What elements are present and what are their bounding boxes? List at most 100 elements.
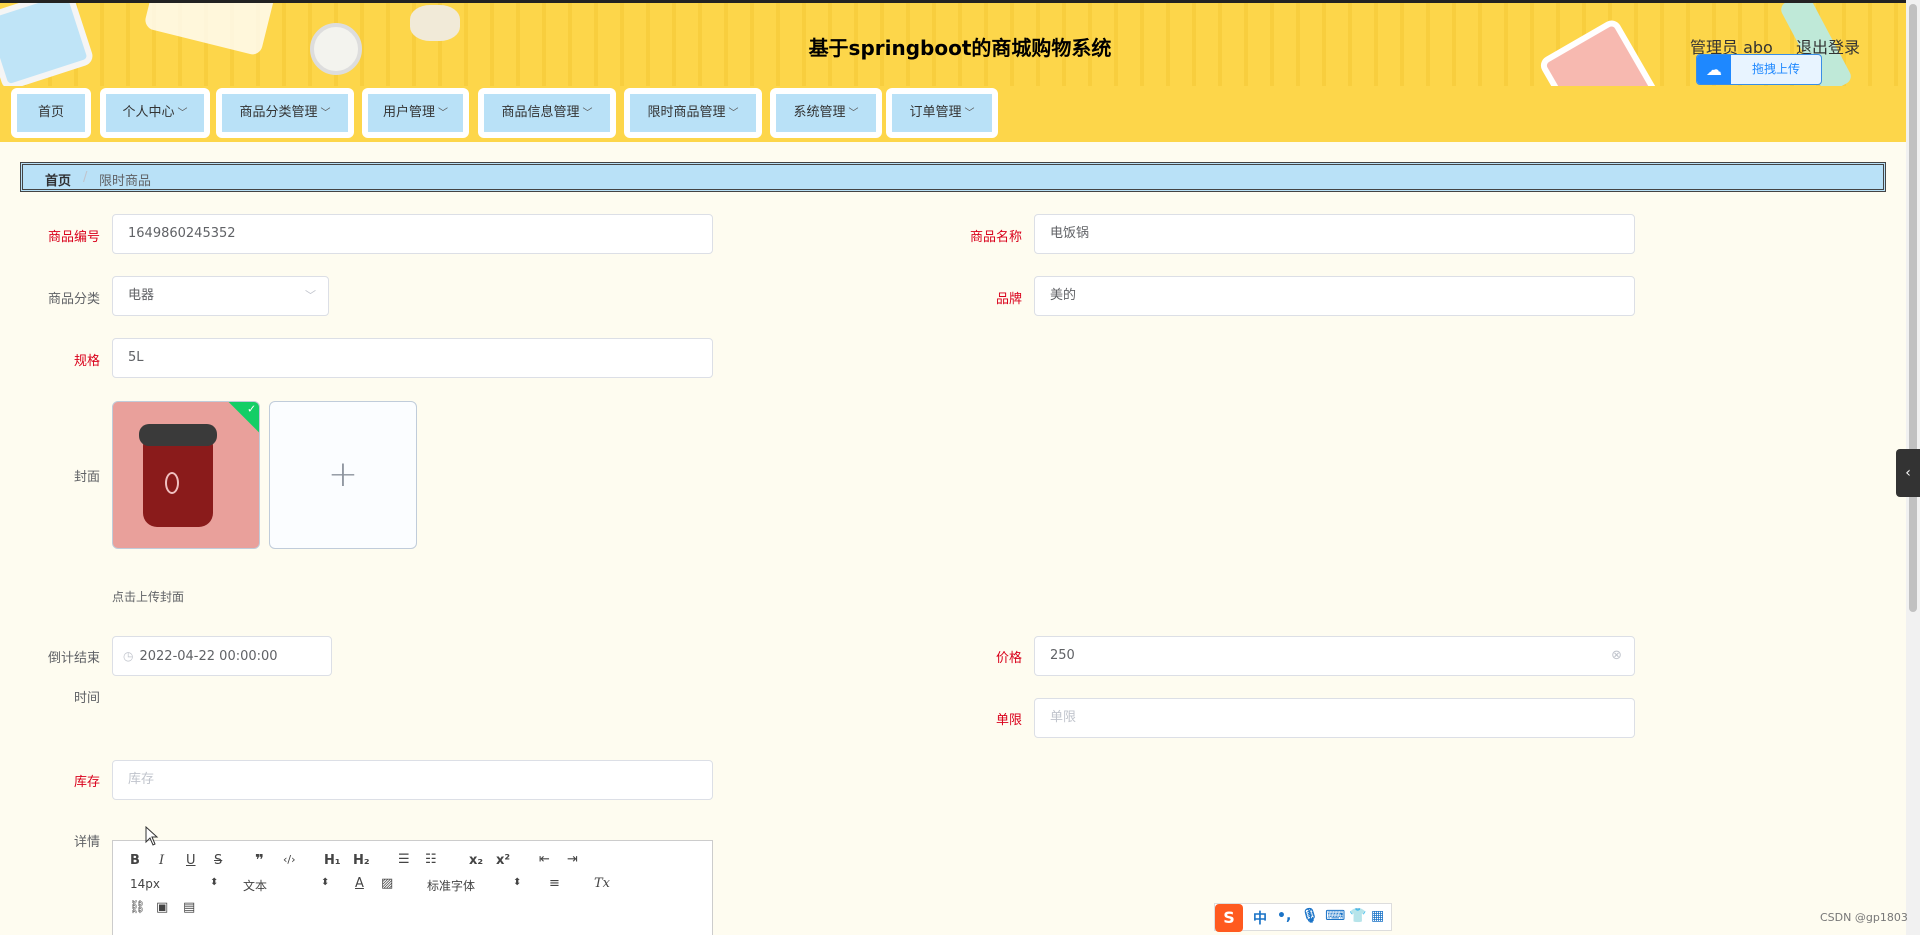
limit-placeholder: 单限 <box>1050 710 1077 725</box>
clear-format-button[interactable]: Tx <box>594 876 610 891</box>
limit-field[interactable]: 单限 <box>1034 698 1635 738</box>
h1-button[interactable]: H₁ <box>324 853 341 868</box>
underline-button[interactable]: U <box>186 853 196 868</box>
top-nav: 首页 个人中心 ﹀ 商品分类管理 ﹀ 用户管理 ﹀ 商品信息管理 ﹀ 限时商品管理 ﹀ 系… <box>0 86 1906 142</box>
font-size-value: 14px <box>130 877 160 891</box>
nav-system-mgmt[interactable]: 系统管理 ﹀ <box>770 88 882 138</box>
upload-success-badge: ✓ <box>227 402 259 434</box>
nav-label: 首页 <box>37 105 64 120</box>
ordered-list-icon[interactable]: ☰ <box>398 852 410 867</box>
keyboard-icon[interactable]: ⌨ <box>1325 908 1345 924</box>
brand-value: 美的 <box>1050 288 1077 303</box>
nav-home[interactable]: 首页 <box>11 88 91 138</box>
spec-value: 5L <box>128 350 144 365</box>
stock-label: 库存 <box>73 775 100 790</box>
chevron-down-icon: ﹀ <box>305 289 316 302</box>
product-no-label: 商品编号 <box>47 230 100 245</box>
chevron-left-icon: ‹ <box>1905 465 1911 481</box>
microphone-icon[interactable]: 🎙 <box>1301 908 1319 924</box>
app-title: 基于springboot的商城购物系统 <box>808 36 1112 60</box>
nav-flash-sale-mgmt[interactable]: 限时商品管理 ﹀ <box>624 88 762 138</box>
bold-button[interactable]: B <box>130 853 140 868</box>
nav-label: 用户管理 <box>382 105 435 120</box>
punctuation-icon[interactable]: •, <box>1277 908 1291 924</box>
price-field[interactable]: 250 ⊗ <box>1034 636 1635 676</box>
updown-icon: ⬍ <box>210 877 219 888</box>
cover-hint: 点击上传封面 <box>112 590 185 604</box>
quote-icon[interactable]: ❞ <box>255 851 264 869</box>
plus-icon: + <box>327 454 359 495</box>
chevron-down-icon: ﹀ <box>320 108 331 119</box>
link-icon[interactable]: ⛓ <box>129 900 146 915</box>
chevron-down-icon: ﹀ <box>848 108 859 119</box>
superscript-button[interactable]: x² <box>496 853 510 868</box>
countdown-label: 倒计结束 <box>47 651 100 666</box>
nav-category-mgmt[interactable]: 商品分类管理 ﹀ <box>216 88 354 138</box>
rice-cooker-image <box>139 424 217 527</box>
spec-field[interactable]: 5L <box>112 338 713 378</box>
text-type-select[interactable]: 文本 ⬍ <box>243 877 333 894</box>
video-icon[interactable]: ▤ <box>183 900 195 915</box>
code-icon[interactable]: ‹/› <box>283 853 296 866</box>
highlight-icon[interactable]: ▨ <box>381 876 393 891</box>
font-family-value: 标准字体 <box>427 879 476 893</box>
countdown-value: 2022-04-22 00:00:00 <box>139 649 278 664</box>
product-no-value: 1649860245352 <box>128 226 236 241</box>
category-select[interactable]: 电器 ﹀ <box>112 276 329 316</box>
h2-button[interactable]: H₂ <box>353 853 370 868</box>
product-name-field[interactable]: 电饭锅 <box>1034 214 1635 254</box>
breadcrumb-separator: / <box>83 170 88 185</box>
ime-toolbar[interactable]: S 中 •, 🎙 ⌨ 👕 ▦ <box>1214 903 1392 932</box>
chevron-down-icon: ﹀ <box>728 108 739 119</box>
toolbox-icon[interactable]: ▦ <box>1371 908 1384 924</box>
product-name-value: 电饭锅 <box>1050 226 1090 241</box>
image-icon[interactable]: ▣ <box>156 900 168 915</box>
bullet-list-icon[interactable]: ☷ <box>425 852 437 867</box>
indent-icon[interactable]: ⇥ <box>567 852 578 867</box>
align-icon[interactable]: ≡ <box>549 876 560 891</box>
cloud-icon: ☁ <box>1697 55 1731 84</box>
font-family-select[interactable]: 标准字体 ⬍ <box>427 877 523 894</box>
nav-product-info-mgmt[interactable]: 商品信息管理 ﹀ <box>478 88 616 138</box>
brand-field[interactable]: 美的 <box>1034 276 1635 316</box>
strike-button[interactable]: S <box>214 853 222 868</box>
outdent-icon[interactable]: ⇤ <box>539 852 550 867</box>
updown-icon: ⬍ <box>513 877 522 888</box>
side-panel-toggle[interactable]: ‹ <box>1896 449 1920 497</box>
chevron-down-icon: ﹀ <box>438 108 448 119</box>
text-type-value: 文本 <box>243 879 268 893</box>
nav-label: 限时商品管理 <box>647 105 726 120</box>
breadcrumb: 首页 / 限时商品 <box>20 162 1886 192</box>
sogou-logo-icon: S <box>1215 904 1243 932</box>
stock-field[interactable]: 库存 <box>112 760 713 800</box>
price-label: 价格 <box>995 651 1022 666</box>
details-label: 详情 <box>73 835 100 850</box>
nav-label: 商品分类管理 <box>239 105 318 120</box>
nav-order-mgmt[interactable]: 订单管理 ﹀ <box>886 88 998 138</box>
breadcrumb-home[interactable]: 首页 <box>45 170 71 189</box>
italic-button[interactable]: I <box>159 853 164 868</box>
font-color-button[interactable]: A <box>355 876 364 891</box>
brand-label: 品牌 <box>995 292 1022 307</box>
drag-upload-widget[interactable]: ☁ 拖拽上传 <box>1696 54 1822 85</box>
ime-mode[interactable]: 中 <box>1253 908 1267 928</box>
breadcrumb-current: 限时商品 <box>99 174 152 189</box>
subscript-button[interactable]: x₂ <box>469 853 483 868</box>
rich-text-editor[interactable]: B I U S ❞ ‹/› H₁ H₂ ☰ ☷ x₂ x² ⇤ ⇥ 14px ⬍ … <box>112 840 713 935</box>
nav-personal-center[interactable]: 个人中心 ﹀ <box>100 88 210 138</box>
clear-icon[interactable]: ⊗ <box>1611 637 1622 675</box>
skin-icon[interactable]: 👕 <box>1349 908 1366 924</box>
upload-cover-button[interactable]: + <box>269 401 417 549</box>
cover-label: 封面 <box>73 470 100 485</box>
chevron-down-icon: ﹀ <box>582 108 593 119</box>
nav-user-mgmt[interactable]: 用户管理 ﹀ <box>362 88 469 138</box>
cover-image-thumbnail[interactable]: ✓ <box>112 401 260 549</box>
nav-label: 商品信息管理 <box>501 105 580 120</box>
font-size-select[interactable]: 14px ⬍ <box>130 877 220 891</box>
product-no-field[interactable]: 1649860245352 <box>112 214 713 254</box>
scrollbar-thumb[interactable] <box>1909 4 1917 612</box>
check-icon: ✓ <box>247 402 257 416</box>
price-value: 250 <box>1050 648 1075 663</box>
countdown-datetime-picker[interactable]: ◷ 2022-04-22 00:00:00 <box>112 636 332 676</box>
chevron-down-icon: ﹀ <box>964 108 975 119</box>
